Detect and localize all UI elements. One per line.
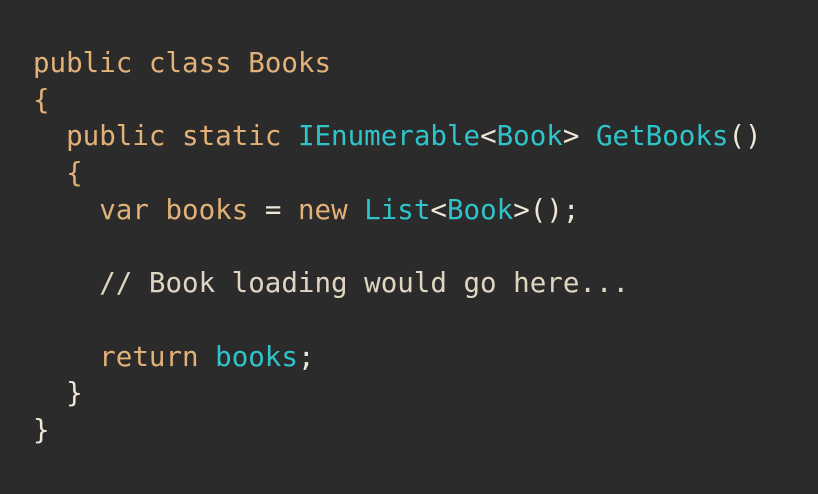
code-line-2: { bbox=[33, 82, 762, 119]
variable-books: books bbox=[165, 193, 249, 226]
keyword-return: return bbox=[99, 340, 199, 373]
keyword-new: new bbox=[297, 193, 348, 226]
generic-open: < bbox=[480, 120, 497, 153]
code-line-5: var books = new List<Book>(); bbox=[33, 192, 762, 229]
keyword-class: class bbox=[148, 47, 232, 79]
open-brace: { bbox=[33, 83, 50, 116]
generic-close: > bbox=[562, 120, 580, 153]
keyword-var: var bbox=[99, 193, 149, 226]
code-line-1: public class Books bbox=[33, 45, 762, 82]
method-name: GetBooks bbox=[595, 120, 729, 153]
keyword-static: static bbox=[182, 120, 282, 153]
code-line-9: return books; bbox=[33, 339, 762, 376]
generic-close: > bbox=[513, 193, 530, 226]
code-line-4: { bbox=[33, 155, 762, 192]
close-brace: } bbox=[33, 413, 50, 446]
close-brace: } bbox=[66, 377, 83, 410]
equals-sign: = bbox=[264, 193, 282, 226]
parens: () bbox=[728, 120, 762, 153]
open-brace: { bbox=[66, 157, 83, 190]
type-ienumerable: IEnumerable bbox=[297, 120, 481, 153]
keyword-public: public bbox=[33, 47, 133, 79]
code-line-7: // Book loading would go here... bbox=[33, 265, 762, 302]
call-parens-semicolon: (); bbox=[529, 193, 580, 226]
semicolon: ; bbox=[297, 340, 315, 373]
code-editor-panel: public class Books{ public static IEnume… bbox=[0, 0, 818, 494]
type-book: Book bbox=[446, 193, 514, 226]
code-line-10: } bbox=[33, 375, 762, 412]
code-line-11: } bbox=[33, 412, 762, 449]
type-list: List bbox=[364, 193, 431, 226]
class-name: Books bbox=[248, 47, 332, 79]
type-book: Book bbox=[496, 120, 563, 153]
keyword-public: public bbox=[66, 120, 166, 153]
code-block: public class Books{ public static IEnume… bbox=[33, 45, 762, 449]
code-line-3: public static IEnumerable<Book> GetBooks… bbox=[33, 118, 762, 155]
code-comment: // Book loading would go here... bbox=[99, 267, 630, 300]
generic-open: < bbox=[430, 193, 447, 226]
variable-books-ref: books bbox=[215, 340, 298, 373]
